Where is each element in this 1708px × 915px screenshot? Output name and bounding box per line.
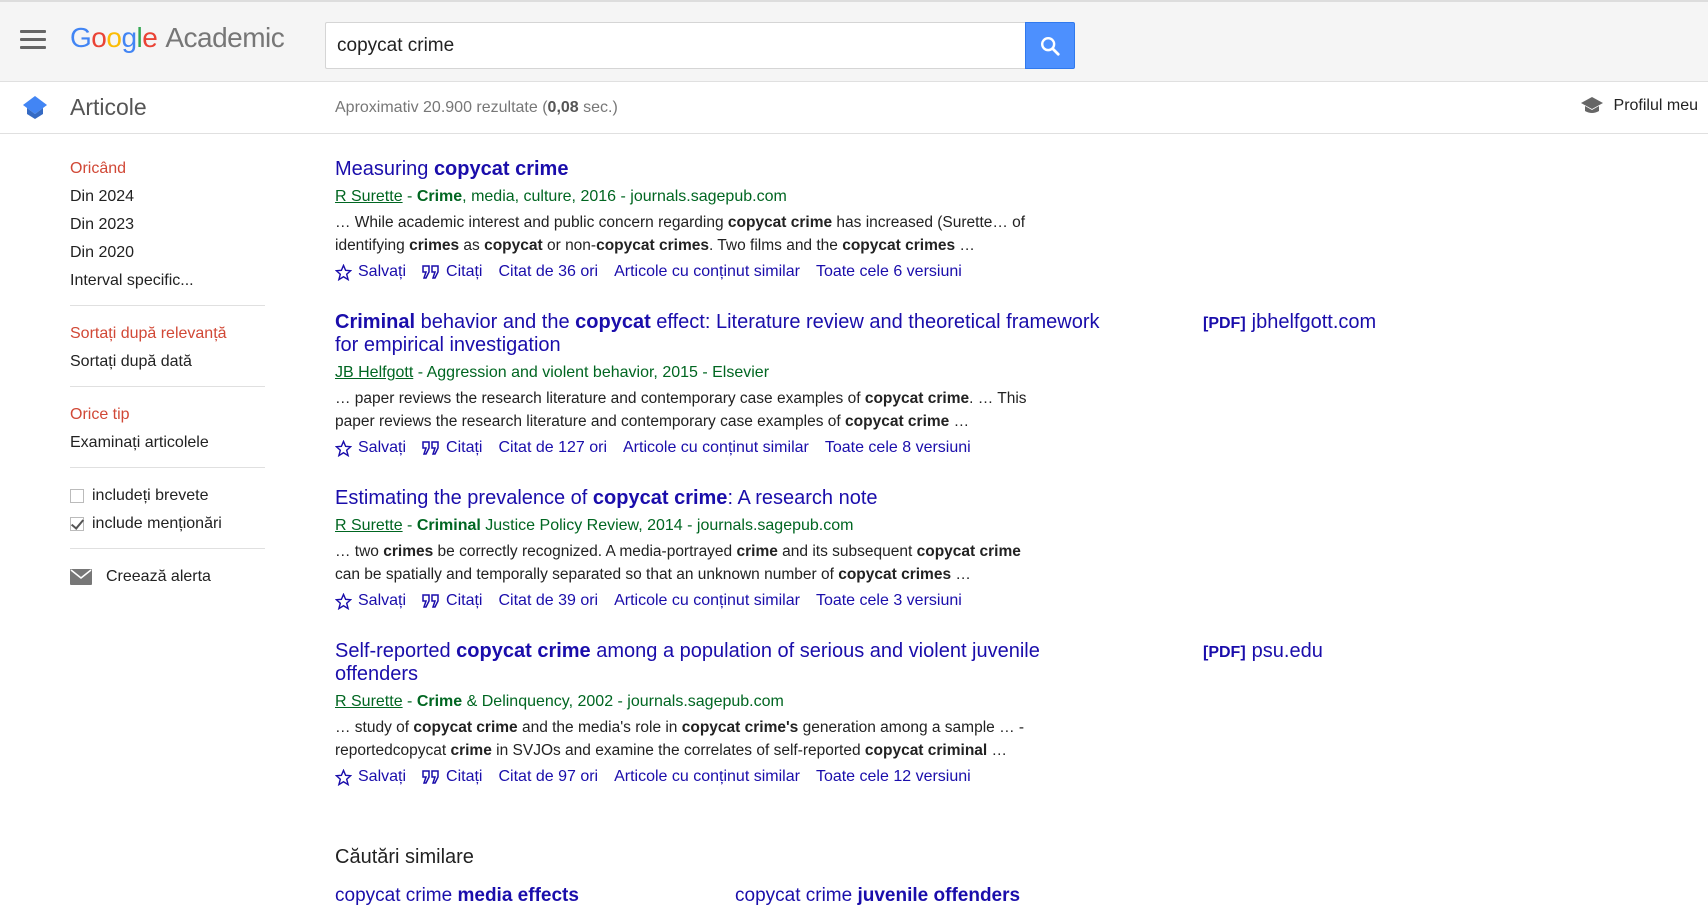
star-icon — [335, 439, 352, 457]
quote-icon — [422, 265, 439, 279]
header-bar: Google Academic — [0, 0, 1708, 82]
all-versions-link[interactable]: Toate cele 3 versiuni — [816, 589, 962, 613]
cited-by-link[interactable]: Citat de 127 ori — [498, 436, 607, 460]
result-title-link[interactable]: Estimating the prevalence of copycat cri… — [335, 487, 1105, 510]
all-versions-link[interactable]: Toate cele 8 versiuni — [825, 436, 971, 460]
result-meta: R Surette - Crime & Delinquency, 2002 - … — [335, 693, 784, 710]
results-list: Measuring copycat crime R Surette - Crime… — [335, 158, 1695, 816]
search-input[interactable] — [325, 22, 1026, 69]
related-articles-link[interactable]: Articole cu conținut similar — [623, 436, 809, 460]
include-citations-checkbox[interactable]: include menționări — [70, 510, 265, 538]
type-any[interactable]: Orice tip — [70, 401, 265, 429]
search-icon — [1041, 36, 1060, 56]
articles-cap-icon[interactable] — [22, 94, 48, 120]
result-snippet: … two crimes be correctly recognized. A … — [335, 543, 1021, 583]
filter-custom-range[interactable]: Interval specific... — [70, 267, 265, 295]
author-link[interactable]: JB Helfgott — [335, 364, 413, 381]
subheader-bar: Articole Aproximativ 20.900 rezultate (0… — [0, 82, 1708, 134]
result-meta: R Surette - Criminal Justice Policy Revi… — [335, 517, 854, 534]
related-articles-link[interactable]: Articole cu conținut similar — [614, 589, 800, 613]
related-searches-title: Căutări similare — [335, 846, 474, 868]
create-alert-link[interactable]: Creează alerta — [70, 563, 265, 591]
cited-by-link[interactable]: Citat de 36 ori — [498, 260, 598, 284]
save-button[interactable]: Salvați — [335, 436, 406, 460]
quote-icon — [422, 770, 439, 784]
checkbox-checked-icon — [70, 517, 84, 531]
related-articles-link[interactable]: Articole cu conținut similar — [614, 260, 800, 284]
type-review-articles[interactable]: Examinați articolele — [70, 429, 265, 457]
result-meta: R Surette - Crime, media, culture, 2016 … — [335, 188, 787, 205]
author-link[interactable]: R Surette — [335, 693, 403, 710]
related-articles-link[interactable]: Articole cu conținut similar — [614, 765, 800, 789]
save-button[interactable]: Salvați — [335, 260, 406, 284]
star-icon — [335, 768, 352, 786]
hamburger-menu-icon[interactable] — [20, 30, 46, 52]
result-actions: Salvați Citați Citat de 127 ori Articole cu… — [335, 436, 1695, 460]
result-title-link[interactable]: Criminal behavior and the copycat effect… — [335, 311, 1105, 357]
quote-icon — [422, 594, 439, 608]
star-icon — [335, 592, 352, 610]
include-options-group: includeți brevete include menționări — [70, 482, 265, 549]
all-versions-link[interactable]: Toate cele 6 versiuni — [816, 260, 962, 284]
sort-group: Sortați după relevanță Sortați după dată — [70, 320, 265, 387]
all-versions-link[interactable]: Toate cele 12 versiuni — [816, 765, 971, 789]
pdf-link[interactable]: [PDF] psu.edu — [1203, 640, 1323, 663]
star-icon — [335, 263, 352, 281]
cite-button[interactable]: Citați — [422, 260, 482, 284]
result-item: Criminal behavior and the copycat effect… — [335, 311, 1695, 460]
related-search-link[interactable]: copycat crime media effects — [335, 885, 735, 907]
related-search-link[interactable]: copycat crime juvenile offenders — [735, 885, 1135, 907]
cited-by-link[interactable]: Citat de 39 ori — [498, 589, 598, 613]
cited-by-link[interactable]: Citat de 97 ori — [498, 765, 598, 789]
google-academic-logo[interactable]: Google Academic — [70, 22, 285, 54]
result-actions: Salvați Citați Citat de 36 ori Articole cu … — [335, 260, 1695, 284]
result-actions: Salvați Citați Citat de 97 ori Articole cu … — [335, 765, 1695, 789]
save-button[interactable]: Salvați — [335, 589, 406, 613]
time-filter-group: Oricând Din 2024 Din 2023 Din 2020 Inter… — [70, 155, 265, 306]
graduation-cap-icon — [1580, 97, 1603, 113]
quote-icon — [422, 441, 439, 455]
filter-since-2023[interactable]: Din 2023 — [70, 211, 265, 239]
result-snippet: … While academic interest and public con… — [335, 214, 1026, 254]
search-button[interactable] — [1025, 22, 1075, 69]
include-patents-checkbox[interactable]: includeți brevete — [70, 482, 265, 510]
envelope-icon — [70, 569, 92, 585]
sort-by-relevance[interactable]: Sortați după relevanță — [70, 320, 265, 348]
cite-button[interactable]: Citați — [422, 765, 482, 789]
result-item: Self-reported copycat crime among a popu… — [335, 640, 1695, 789]
pdf-link[interactable]: [PDF] jbhelfgott.com — [1203, 311, 1376, 334]
type-group: Orice tip Examinați articolele — [70, 401, 265, 468]
save-button[interactable]: Salvați — [335, 765, 406, 789]
result-title-link[interactable]: Self-reported copycat crime among a popu… — [335, 640, 1105, 686]
sidebar: Oricând Din 2024 Din 2023 Din 2020 Inter… — [70, 155, 265, 591]
author-link[interactable]: R Surette — [335, 517, 403, 534]
filter-since-2020[interactable]: Din 2020 — [70, 239, 265, 267]
result-actions: Salvați Citați Citat de 39 ori Articole cu … — [335, 589, 1695, 613]
result-item: Estimating the prevalence of copycat cri… — [335, 487, 1695, 613]
filter-any-time[interactable]: Oricând — [70, 155, 265, 183]
cite-button[interactable]: Citați — [422, 436, 482, 460]
checkbox-icon — [70, 489, 84, 503]
result-title-link[interactable]: Measuring copycat crime — [335, 158, 1105, 181]
result-stats: Aproximativ 20.900 rezultate (0,08 sec.) — [335, 99, 618, 116]
section-title: Articole — [70, 94, 147, 120]
sort-by-date[interactable]: Sortați după dată — [70, 348, 265, 376]
my-profile-link[interactable]: Profilul meu — [1580, 96, 1698, 116]
result-snippet: … study of copycat crime and the media's… — [335, 719, 1025, 759]
result-item: Measuring copycat crime R Surette - Crime… — [335, 158, 1695, 284]
related-searches: Căutări similare copycat crime media eff… — [335, 846, 1235, 907]
result-meta: JB Helfgott - Aggression and violent beh… — [335, 364, 770, 381]
filter-since-2024[interactable]: Din 2024 — [70, 183, 265, 211]
cite-button[interactable]: Citați — [422, 589, 482, 613]
author-link[interactable]: R Surette — [335, 188, 403, 205]
result-snippet: … paper reviews the research literature … — [335, 390, 1027, 430]
